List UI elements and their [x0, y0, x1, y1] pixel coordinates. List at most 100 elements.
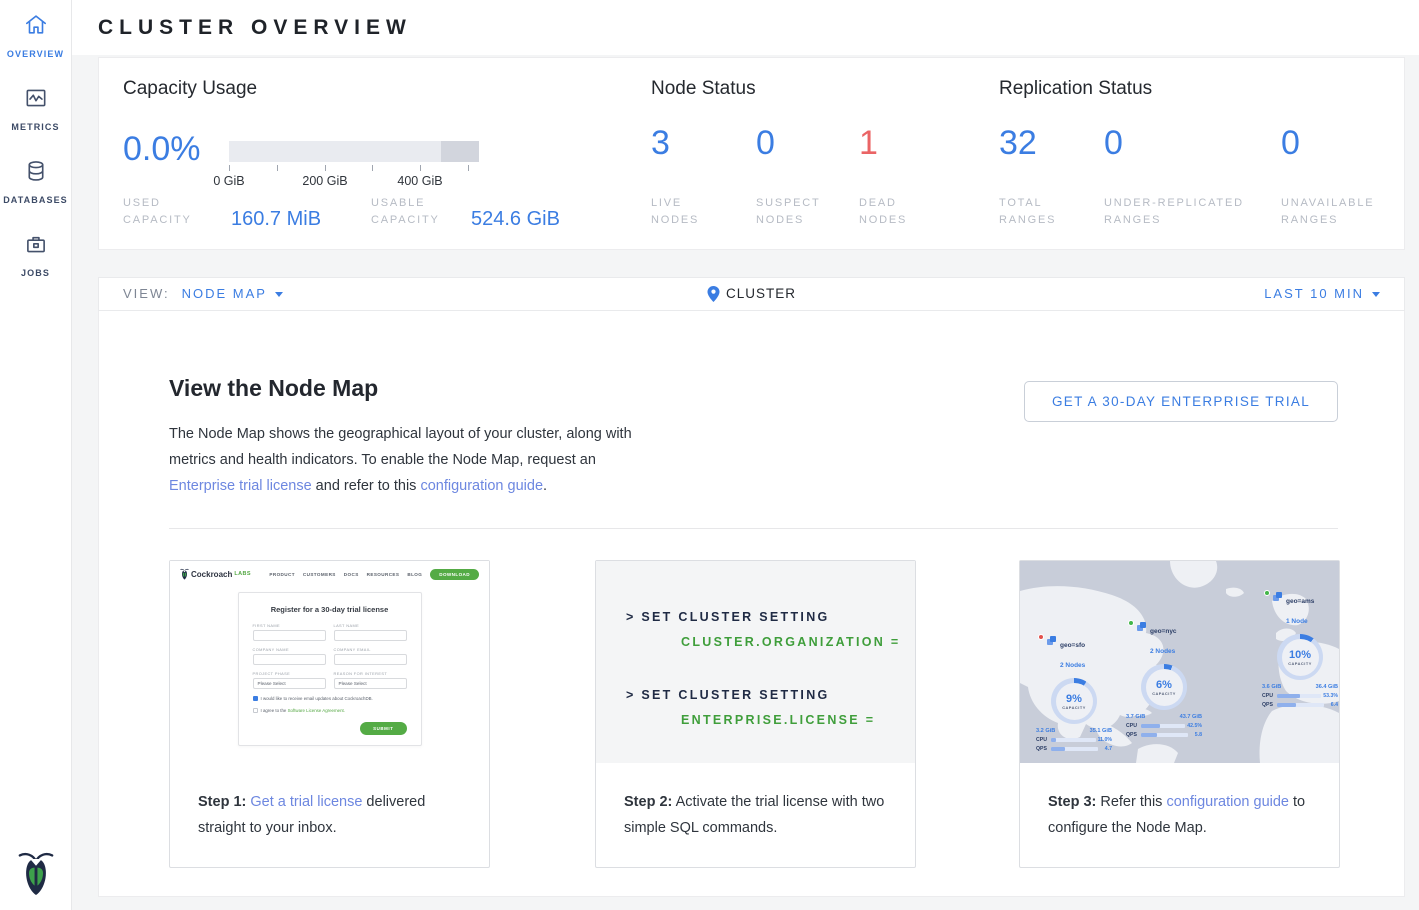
get-enterprise-trial-button[interactable]: GET A 30-DAY ENTERPRISE TRIAL: [1024, 381, 1338, 422]
step3-caption: Step 3: Refer this configuration guide t…: [1048, 789, 1315, 841]
download-button: DOWNLOAD: [430, 569, 479, 580]
capacity-donut: 9%CAPACITY: [1051, 678, 1097, 724]
total-capacity: 36.4 GiB: [1316, 684, 1338, 690]
capacity-gauge: [229, 141, 479, 162]
text-input: [334, 654, 407, 665]
sidebar-item-label: DATABASES: [3, 195, 68, 205]
gauge-tick: [468, 165, 469, 171]
total-ranges-value: 32: [999, 124, 1037, 163]
configuration-guide-link[interactable]: configuration guide: [420, 478, 543, 494]
warning-dot-icon: [1038, 634, 1044, 640]
locality-widget-nyc: geo=nyc2 Nodes 6%CAPACITY 3.7 GiB43.7 Gi…: [1124, 619, 1204, 738]
text-input: [253, 654, 326, 665]
description-text: and refer to this: [312, 478, 421, 494]
replication-status-title: Replication Status: [999, 78, 1152, 100]
cpu-label: CPU: [1126, 723, 1139, 729]
step1-caption: Step 1: Get a trial license delivered st…: [198, 789, 465, 841]
locality-node-count: 2 Nodes: [1060, 662, 1085, 669]
capacity-donut: 6%CAPACITY: [1141, 664, 1187, 710]
database-icon: [23, 158, 49, 189]
cpu-value: 11.0%: [1098, 737, 1112, 743]
locality-name: geo=nyc: [1150, 628, 1177, 635]
dead-nodes-value: 1: [859, 124, 878, 163]
capacity-label: CAPACITY: [1152, 691, 1176, 696]
cpu-value: 53.3%: [1323, 693, 1338, 699]
cpu-value: 42.5%: [1187, 723, 1202, 729]
sidebar-item-metrics[interactable]: METRICS: [0, 85, 72, 132]
dead-nodes-label: DEAD NODES: [859, 195, 929, 229]
form-title: Register for a 30-day trial license: [253, 605, 407, 614]
sql-setting: CLUSTER.ORGANIZATION =: [681, 630, 915, 655]
site-nav-item: DOCS: [344, 572, 359, 577]
used-capacity: 3.7 GiB: [1126, 714, 1145, 720]
enterprise-trial-license-link[interactable]: Enterprise trial license: [169, 478, 312, 494]
node-map-panel: View the Node Map The Node Map shows the…: [98, 311, 1405, 897]
step2-card: > SET CLUSTER SETTING CLUSTER.ORGANIZATI…: [595, 560, 916, 868]
live-nodes-value: 3: [651, 124, 670, 163]
chevron-down-icon: [1372, 292, 1380, 297]
trial-site-screenshot: Cockroach LABS PRODUCT CUSTOMERS DOCS RE…: [170, 561, 489, 763]
sql-setting: ENTERPRISE.LICENSE =: [681, 708, 915, 733]
cockroachdb-logo: [0, 848, 72, 898]
locality-widget-ams: geo=ams1 Node 10%CAPACITY 3.6 GiB36.4 Gi…: [1260, 589, 1339, 708]
page-title: CLUSTER OVERVIEW: [72, 0, 1419, 55]
nodes-cube-icon: [1137, 619, 1147, 637]
get-trial-license-link[interactable]: Get a trial license: [250, 794, 362, 810]
time-range-dropdown[interactable]: LAST 10 MIN: [1264, 278, 1380, 310]
used-capacity-label: USED CAPACITY: [123, 195, 215, 229]
step1-card: Cockroach LABS PRODUCT CUSTOMERS DOCS RE…: [169, 560, 490, 868]
chevron-down-icon: [275, 292, 283, 297]
page-header: CLUSTER OVERVIEW: [72, 0, 1419, 55]
gauge-tick: [420, 165, 421, 171]
sidebar-item-jobs[interactable]: JOBS: [0, 231, 72, 278]
caption-text: Refer this: [1096, 794, 1166, 810]
capacity-label: CAPACITY: [1288, 661, 1312, 666]
capacity-gauge-reserved-segment: [441, 141, 479, 162]
field-label: COMPANY EMAIL: [334, 647, 407, 652]
view-bar: VIEW:NODE MAP CLUSTER LAST 10 MIN: [98, 277, 1405, 311]
sql-commands-illustration: > SET CLUSTER SETTING CLUSTER.ORGANIZATI…: [596, 561, 915, 763]
sql-prompt: >: [626, 610, 636, 624]
total-capacity: 35.1 GiB: [1090, 728, 1112, 734]
configuration-guide-link[interactable]: configuration guide: [1166, 794, 1289, 810]
capacity-donut: 10%CAPACITY: [1277, 634, 1323, 680]
sidebar-item-databases[interactable]: DATABASES: [0, 158, 72, 205]
sidebar-item-label: METRICS: [11, 122, 59, 132]
capacity-percent: 9%: [1066, 693, 1082, 705]
gauge-tick: [372, 165, 373, 171]
step-label: Step 2:: [624, 794, 672, 810]
cpu-label: CPU: [1262, 693, 1275, 699]
submit-button: SUBMIT: [360, 722, 406, 735]
qps-label: QPS: [1036, 746, 1049, 752]
node-map-description: The Node Map shows the geographical layo…: [169, 421, 639, 499]
view-label: VIEW:: [123, 286, 170, 301]
site-nav-item: CUSTOMERS: [303, 572, 336, 577]
field-label: LAST NAME: [334, 623, 407, 628]
site-nav-item: BLOG: [407, 572, 422, 577]
divider: [169, 528, 1338, 529]
field-label: PROJECT PHASE: [253, 671, 326, 676]
qps-value: 6.4: [1326, 702, 1338, 708]
gauge-tick: [325, 165, 326, 171]
gauge-tick-label: 400 GiB: [388, 174, 452, 188]
description-text: The Node Map shows the geographical layo…: [169, 426, 632, 468]
sql-prompt: >: [626, 688, 636, 702]
locality-name: geo=ams: [1286, 598, 1314, 605]
used-capacity: 3.6 GiB: [1262, 684, 1281, 690]
under-replicated-ranges-label: UNDER-REPLICATED RANGES: [1104, 195, 1269, 229]
unavailable-ranges-value: 0: [1281, 124, 1300, 163]
capacity-label: CAPACITY: [1062, 705, 1086, 710]
capacity-usage-title: Capacity Usage: [123, 78, 257, 100]
select-input: Please Select: [334, 678, 407, 689]
capacity-percent: 10%: [1289, 649, 1311, 661]
suspect-nodes-label: SUSPECT NODES: [756, 195, 841, 229]
field-label: REASON FOR INTEREST: [334, 671, 407, 676]
step-label: Step 1:: [198, 794, 246, 810]
view-dropdown[interactable]: NODE MAP: [182, 286, 267, 301]
checkbox-label: I agree to the: [261, 708, 288, 713]
sidebar-item-overview[interactable]: OVERVIEW: [0, 12, 72, 59]
qps-value: 4.7: [1100, 746, 1112, 752]
usable-capacity-label: USABLE CAPACITY: [371, 195, 463, 229]
gauge-tick: [277, 165, 278, 171]
used-capacity: 3.2 GiB: [1036, 728, 1055, 734]
